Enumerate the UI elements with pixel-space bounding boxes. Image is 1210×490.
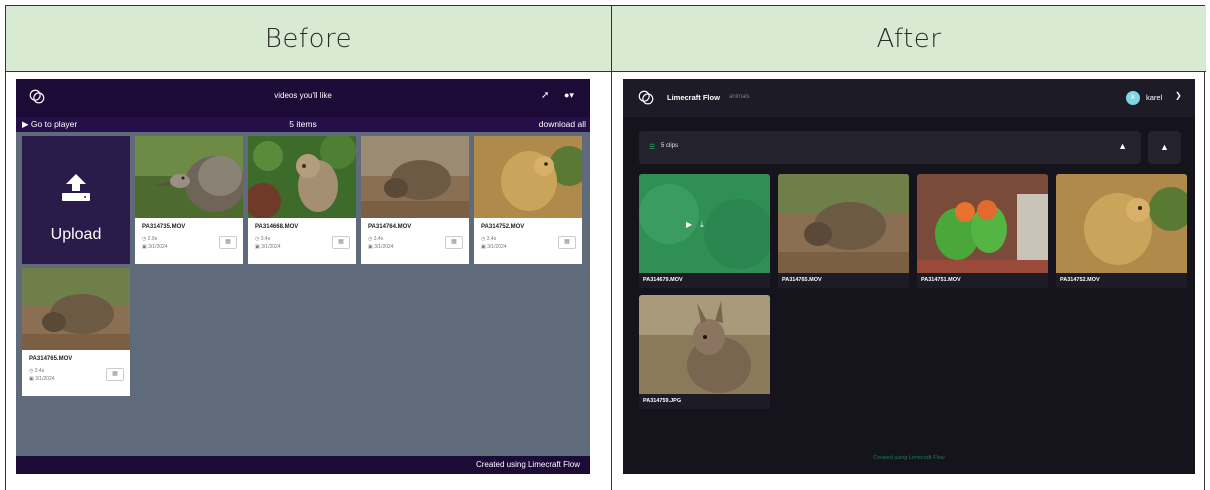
duration: ◷ 2.9s: [142, 236, 158, 242]
filename: PA314765.MOV: [29, 356, 73, 362]
calendar-icon: ▣: [481, 244, 486, 250]
date: ▣ 3/1/2024: [255, 244, 281, 250]
thumbnail[interactable]: [22, 268, 130, 350]
user-name[interactable]: karel: [1146, 93, 1162, 102]
clock-icon: ◷: [255, 236, 260, 242]
calendar-icon: ▣: [142, 244, 147, 250]
download-icon[interactable]: ⤓: [700, 220, 704, 229]
before-footer: Created using Limecraft Flow: [16, 456, 590, 474]
clips-count: 5 clips: [661, 143, 679, 149]
media-card[interactable]: PA314765.MOV ◷ 3.4s ▣ 3/1/2024 ▦: [22, 268, 130, 396]
clips-toolbar: ☰ 5 clips ▲: [639, 131, 1141, 164]
filename: PA314752.MOV: [481, 224, 525, 230]
filename: PA314751.MOV: [921, 277, 961, 283]
media-card[interactable]: PA314668.MOV ◷ 3.4s ▣ 3/1/2024 ▦: [248, 136, 356, 264]
before-heading: Before: [6, 6, 611, 72]
calendar-icon: ▣: [29, 376, 34, 382]
filename: PA314668.MOV: [255, 224, 299, 230]
upload-label: Upload: [50, 226, 102, 243]
before-subbar: ▶ Go to player 5 items download all: [16, 117, 590, 132]
items-count: 5 items: [289, 119, 317, 129]
upload-icon: [62, 174, 90, 201]
footer-credit[interactable]: Created using Limecraft Flow: [476, 460, 580, 469]
calendar-icon: ▣: [368, 244, 373, 250]
filename: PA314765.MOV: [782, 277, 822, 283]
list-icon: ☰: [649, 144, 656, 151]
date: ▣ 3/1/2024: [29, 376, 55, 382]
after-screenshot: Limecraft Flow animals k karel ❯ ☰ 5 cli…: [623, 79, 1195, 474]
clock-icon: ◷: [29, 368, 34, 374]
media-card[interactable]: ▶ ⤓ PA314679.MOV: [639, 174, 770, 288]
thumbnail[interactable]: ▶ ⤓: [639, 174, 770, 273]
logo-icon[interactable]: [637, 89, 655, 107]
thumbnail[interactable]: [248, 136, 356, 218]
upload-button[interactable]: ▲: [1148, 131, 1181, 164]
download-all-link[interactable]: download all: [539, 119, 586, 129]
filmstrip-icon[interactable]: ▦: [558, 236, 576, 249]
clock-icon: ◷: [142, 236, 147, 242]
thumbnail[interactable]: [361, 136, 469, 218]
date: ▣ 3/1/2024: [368, 244, 394, 250]
media-card[interactable]: PA314735.MOV ◷ 2.9s ▣ 3/1/2024 ▦: [135, 136, 243, 264]
media-card[interactable]: PA314759.JPG: [639, 295, 770, 409]
thumbnail[interactable]: [474, 136, 582, 218]
duration: ◷ 3.4s: [368, 236, 384, 242]
before-navbar: videos you'll like ➚ ●▾: [16, 79, 590, 117]
filename: PA314752.MOV: [1060, 277, 1100, 283]
duration: ◷ 3.4s: [255, 236, 271, 242]
media-card[interactable]: PA314752.MOV: [1056, 174, 1187, 288]
duration: ◷ 3.4s: [29, 368, 45, 374]
media-card[interactable]: PA314752.MOV ◷ 3.4s ▣ 3/1/2024 ▦: [474, 136, 582, 264]
clock-icon: ◷: [481, 236, 486, 242]
filmstrip-icon[interactable]: ▦: [332, 236, 350, 249]
upload-tile[interactable]: Upload: [22, 136, 130, 264]
filename: PA314764.MOV: [368, 224, 412, 230]
filename: PA314759.JPG: [643, 398, 682, 404]
media-card[interactable]: PA314764.MOV ◷ 3.4s ▣ 3/1/2024 ▦: [361, 136, 469, 264]
filename: PA314735.MOV: [142, 224, 186, 230]
thumbnail[interactable]: [1056, 174, 1187, 273]
after-footer[interactable]: Created using Limecraft Flow: [623, 455, 1195, 461]
after-heading: After: [612, 6, 1206, 72]
thumbnail[interactable]: [917, 174, 1048, 273]
hover-actions: ▶ ⤓: [686, 214, 726, 229]
avatar[interactable]: k: [1126, 91, 1140, 105]
date: ▣ 3/1/2024: [142, 244, 168, 250]
media-card[interactable]: PA314751.MOV: [917, 174, 1048, 288]
calendar-icon: ▣: [255, 244, 260, 250]
share-title: videos you'll like: [274, 91, 332, 100]
duration: ◷ 3.4s: [481, 236, 497, 242]
app-name[interactable]: Limecraft Flow: [667, 93, 720, 102]
chevron-down-icon[interactable]: ❯: [1175, 91, 1182, 100]
date: ▣ 3/1/2024: [481, 244, 507, 250]
upload-icon: ▲: [1160, 142, 1169, 152]
user-icon[interactable]: ●▾: [564, 90, 574, 101]
thumbnail[interactable]: [639, 295, 770, 394]
play-icon[interactable]: ▶: [686, 220, 692, 229]
filename: PA314679.MOV: [643, 277, 683, 283]
wand-icon[interactable]: ➚: [541, 90, 549, 101]
after-navbar: Limecraft Flow animals k karel ❯: [623, 79, 1195, 117]
filmstrip-icon[interactable]: ▦: [106, 368, 124, 381]
filmstrip-icon[interactable]: ▦: [219, 236, 237, 249]
thumbnail[interactable]: [135, 136, 243, 218]
breadcrumb[interactable]: animals: [729, 94, 750, 100]
before-screenshot: videos you'll like ➚ ●▾ ▶ Go to player 5…: [16, 79, 590, 474]
filmstrip-icon[interactable]: ▦: [445, 236, 463, 249]
thumbnail[interactable]: [778, 174, 909, 273]
media-card[interactable]: PA314765.MOV: [778, 174, 909, 288]
download-icon[interactable]: ▲: [1118, 141, 1127, 151]
clock-icon: ◷: [368, 236, 373, 242]
